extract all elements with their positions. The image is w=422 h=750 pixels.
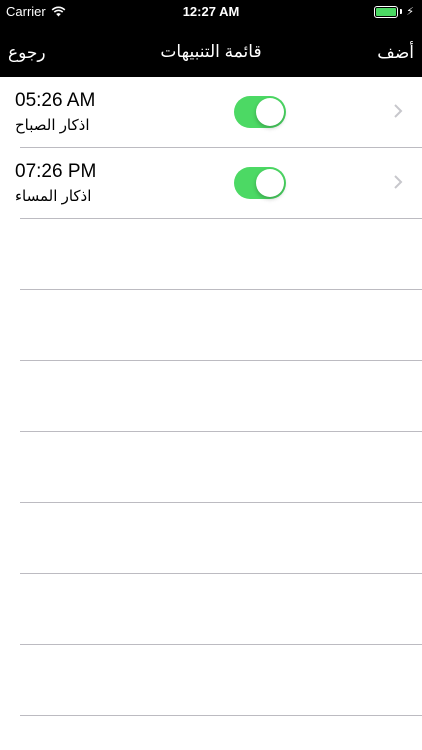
- page-title: قائمة التنبيهات: [160, 42, 262, 61]
- battery-icon: [374, 5, 399, 18]
- alarm-text: 05:26 AM اذكار الصباح: [15, 90, 215, 134]
- alarm-toggle[interactable]: [234, 167, 286, 199]
- empty-row: [0, 503, 422, 574]
- add-button[interactable]: أضف: [377, 43, 414, 63]
- chevron-right-icon: [394, 175, 403, 189]
- row-separator: [20, 715, 422, 716]
- alarm-time: 07:26 PM: [15, 161, 97, 182]
- chevron-right-icon: [394, 104, 403, 118]
- alarm-text: 07:26 PM اذكار المساء: [15, 161, 215, 205]
- alarm-row[interactable]: 05:26 AM اذكار الصباح: [0, 77, 422, 148]
- empty-row: [0, 645, 422, 716]
- empty-row: [0, 574, 422, 645]
- empty-row: [0, 290, 422, 361]
- alarm-name: اذكار الصباح: [15, 117, 90, 134]
- navigation-bar: رجوع قائمة التنبيهات أضف: [0, 22, 422, 77]
- empty-row: [0, 432, 422, 503]
- status-bar: Carrier 12:27 AM ⚡: [0, 0, 422, 22]
- empty-row: [0, 219, 422, 290]
- charging-bolt-icon: ⚡: [406, 6, 414, 18]
- alarm-row[interactable]: 07:26 PM اذكار المساء: [0, 148, 422, 219]
- alarm-list: 05:26 AM اذكار الصباح 07:26 PM اذكار الم…: [0, 77, 422, 716]
- alarm-name: اذكار المساء: [15, 188, 92, 205]
- status-time: 12:27 AM: [182, 4, 240, 19]
- battery-indicator: ⚡: [374, 5, 414, 18]
- alarm-time: 05:26 AM: [15, 90, 96, 111]
- empty-row: [0, 361, 422, 432]
- alarm-toggle[interactable]: [234, 96, 286, 128]
